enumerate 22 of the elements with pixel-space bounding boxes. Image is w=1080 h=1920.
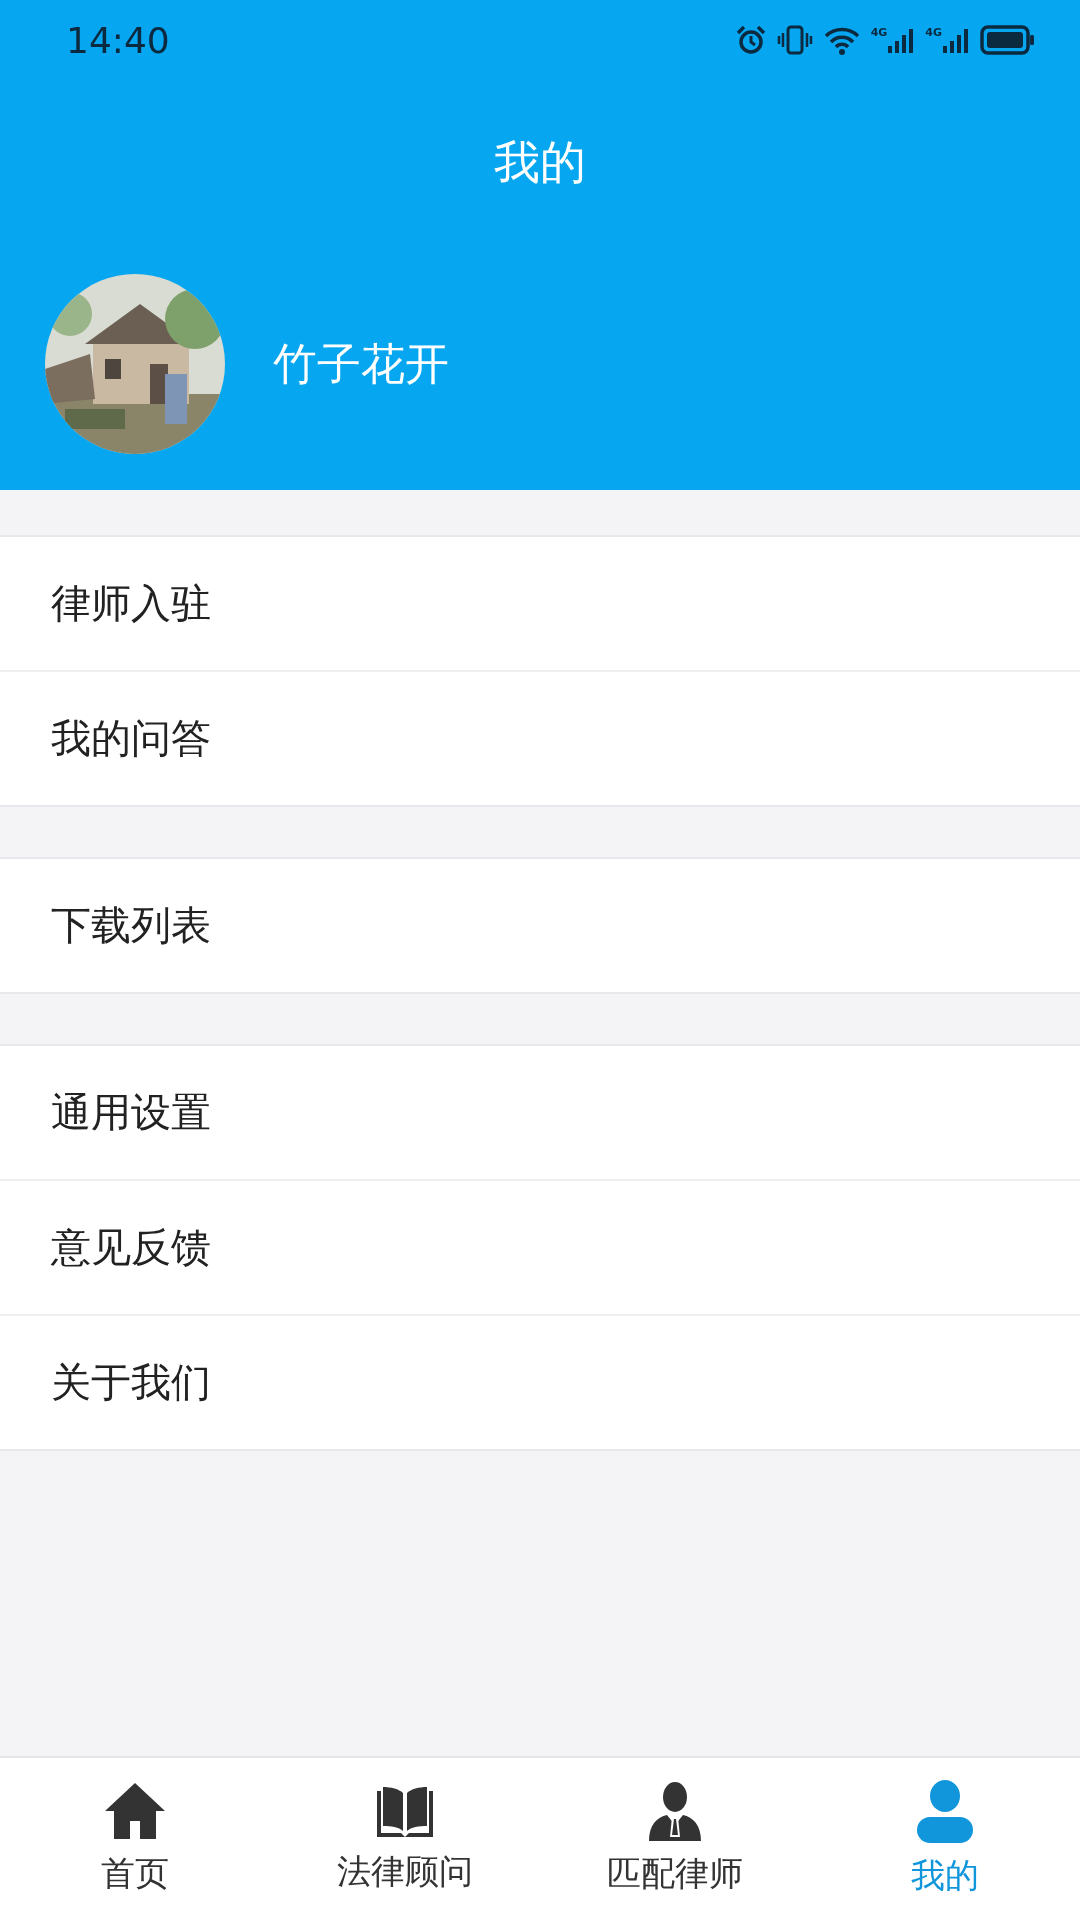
menu-item[interactable]: 意见反馈 [0,1181,1080,1316]
vibrate-icon [776,24,813,56]
person-icon [915,1779,975,1843]
signal-icon [887,26,916,54]
menu-item[interactable]: 通用设置 [0,1046,1080,1181]
user-name: 竹子花开 [273,336,449,391]
menu-item[interactable]: 关于我们 [0,1316,1080,1449]
menu-item[interactable]: 律师入驻 [0,537,1080,672]
tab[interactable]: 法律顾问 [270,1758,540,1920]
menu-item[interactable]: 我的问答 [0,672,1080,805]
signal-icon [942,26,970,54]
tab[interactable]: 首页 [0,1758,270,1920]
page-title: 我的 [493,134,587,191]
menu-item[interactable]: 下载列表 [0,859,1080,992]
home-icon [103,1781,167,1841]
network-type: 4G [870,26,888,39]
lawyer-icon [647,1781,703,1841]
alarm-icon [734,24,767,56]
network-type: 4G [925,26,942,39]
tab[interactable]: 匹配律师 [540,1758,810,1920]
status-time: 14:40 [66,19,170,61]
battery-icon [980,25,1036,55]
